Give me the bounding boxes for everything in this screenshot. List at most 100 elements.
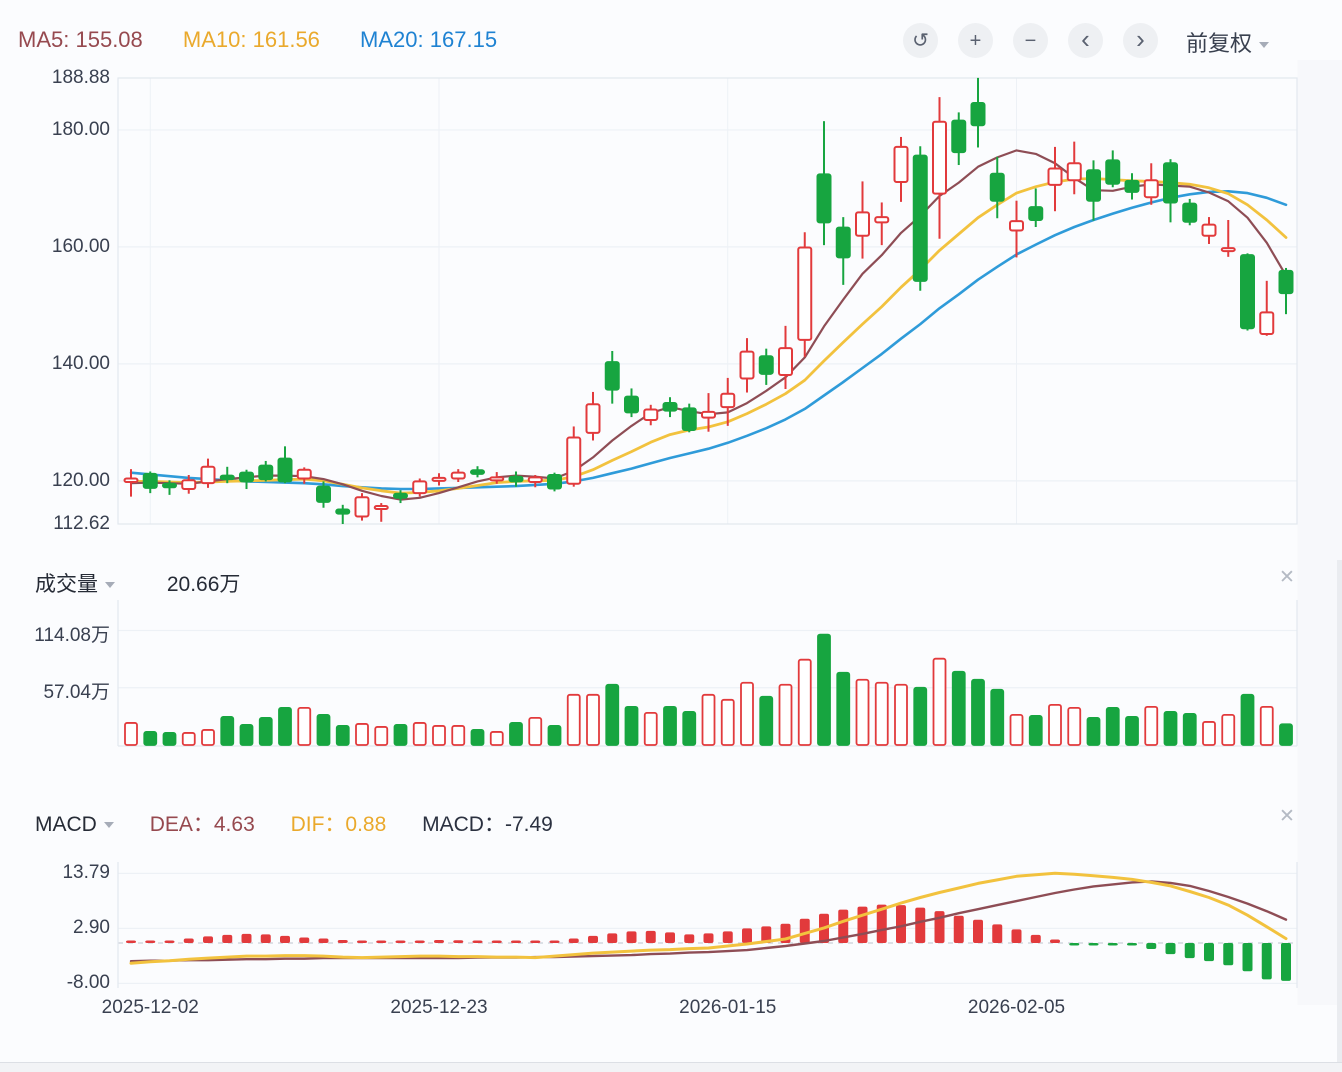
scrollbar-track[interactable]: [1337, 560, 1342, 1062]
undo-icon: ↺: [912, 31, 929, 51]
pan-right-button[interactable]: ›: [1123, 23, 1158, 58]
candle: [279, 446, 292, 483]
volume-title: 成交量: [35, 573, 98, 596]
volume-bar: [568, 695, 580, 745]
chart-toolbar: ↺ + − ‹ ›: [903, 23, 1158, 58]
candle: [433, 473, 446, 485]
macd-histogram-bar: [665, 932, 675, 943]
macd-histogram-bar: [184, 938, 194, 943]
volume-bar: [491, 732, 503, 745]
price-axis-label: 140.00: [4, 353, 110, 375]
macd-histogram-bar: [550, 940, 560, 943]
macd-histogram-bar: [627, 931, 637, 943]
candle: [510, 471, 523, 486]
candle: [202, 459, 215, 488]
candle: [1068, 142, 1081, 195]
main-pane-border: [118, 78, 1297, 524]
price-axis-label: 180.00: [4, 119, 110, 141]
close-icon: ✕: [1279, 805, 1295, 828]
macd-histogram-bar: [704, 933, 714, 943]
macd-histogram-bar: [858, 907, 868, 943]
macd-histogram-bar: [1012, 929, 1022, 943]
macd-histogram-bar: [415, 940, 425, 943]
macd-header: MACD DEA：4.63 DIF：0.88 MACD：-7.49: [35, 808, 583, 838]
volume-bar: [221, 717, 233, 745]
ma-line: [131, 191, 1286, 489]
macd-histogram-bar: [742, 928, 752, 943]
macd-histogram-bar: [396, 941, 406, 944]
volume-bar: [433, 726, 445, 745]
volume-bar: [934, 659, 946, 745]
stock-chart-canvas[interactable]: [0, 0, 1342, 1072]
volume-indicator-dropdown[interactable]: 成交量: [35, 573, 115, 596]
candle: [452, 469, 465, 482]
macd-indicator-dropdown[interactable]: MACD: [35, 813, 114, 836]
pan-left-button[interactable]: ‹: [1068, 23, 1103, 58]
volume-bar: [760, 697, 772, 745]
chevron-down-icon: [104, 822, 114, 828]
minus-icon: −: [1025, 31, 1037, 51]
ma-line: [131, 179, 1286, 494]
volume-bar: [144, 732, 156, 745]
volume-bar: [1088, 718, 1100, 745]
candle: [625, 388, 638, 417]
candle: [818, 121, 831, 245]
macd-histogram-bar: [511, 941, 521, 944]
volume-current-value: 20.66万: [167, 573, 241, 596]
chevron-down-icon: [105, 582, 115, 588]
candle: [895, 137, 908, 202]
volume-bar: [1222, 715, 1234, 745]
macd-axis-label: -8.00: [4, 972, 110, 994]
volume-axis-label: 114.08万: [4, 620, 110, 647]
candle: [1010, 201, 1023, 258]
candle: [356, 493, 369, 520]
volume-bar: [722, 700, 734, 745]
volume-bar: [549, 726, 561, 745]
volume-bar: [1261, 707, 1273, 745]
undo-button[interactable]: ↺: [903, 23, 938, 58]
volume-bar: [183, 733, 195, 745]
ma-line: [131, 150, 1286, 499]
ma10-value: 161.56: [253, 27, 320, 52]
ma20-value: 167.15: [430, 27, 497, 52]
candle: [664, 397, 677, 417]
volume-bar: [587, 695, 599, 745]
volume-bar: [1280, 724, 1292, 745]
volume-bar: [876, 683, 888, 745]
candle: [741, 338, 754, 392]
macd-histogram-bar: [1281, 943, 1291, 981]
volume-bar: [1242, 695, 1254, 745]
ma10-legend: MA10: 161.56: [183, 27, 320, 52]
price-adjust-dropdown[interactable]: 前复权: [1186, 26, 1269, 58]
volume-bar: [703, 695, 715, 745]
macd-close-button[interactable]: ✕: [1274, 803, 1300, 829]
volume-bar: [606, 685, 618, 745]
macd-histogram-bar: [1069, 943, 1079, 946]
candle: [1087, 160, 1100, 220]
macd-pane[interactable]: [118, 862, 1297, 988]
volume-bar: [375, 727, 387, 745]
ma20-legend: MA20: 167.15: [360, 27, 497, 52]
volume-bar: [1011, 715, 1023, 745]
candle: [798, 232, 811, 357]
volume-bar: [510, 723, 522, 745]
volume-close-button[interactable]: ✕: [1274, 564, 1300, 590]
candle: [1241, 253, 1254, 330]
macd-histogram-bar: [492, 941, 502, 944]
macd-histogram-bar: [1243, 943, 1253, 971]
volume-pane[interactable]: [118, 600, 1297, 746]
zoom-in-button[interactable]: +: [958, 23, 993, 58]
macd-histogram-bar: [588, 936, 598, 943]
macd-readout: MACD：-7.49: [422, 813, 553, 836]
macd-histogram-bar: [338, 940, 348, 943]
macd-histogram-bar: [453, 940, 463, 943]
dif-readout: DIF：0.88: [291, 813, 387, 836]
macd-histogram-bar: [1223, 943, 1233, 965]
volume-bar: [1030, 716, 1042, 745]
macd-histogram-bar: [607, 933, 617, 943]
ma-legend: MA5: 155.08 MA10: 161.56 MA20: 167.15: [18, 27, 531, 53]
main-price-pane[interactable]: [118, 78, 1297, 524]
ma5-legend: MA5: 155.08: [18, 27, 143, 52]
zoom-out-button[interactable]: −: [1013, 23, 1048, 58]
macd-histogram-bar: [242, 934, 252, 943]
